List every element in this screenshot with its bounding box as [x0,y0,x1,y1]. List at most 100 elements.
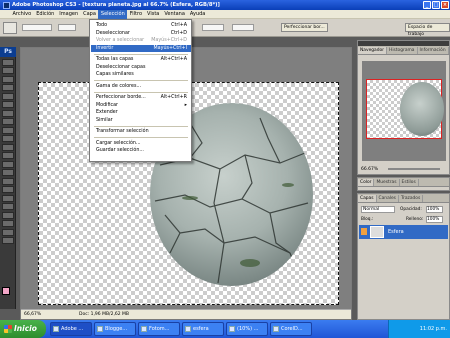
tab-histograma[interactable]: Histograma [387,47,418,54]
navigator-zoom[interactable]: 66.67% [361,167,378,172]
clock[interactable]: 11:02 p.m. [420,326,447,332]
menu-ventana[interactable]: Ventana [162,10,188,19]
menu-item-6[interactable]: Capas similares [91,71,191,78]
refine-edge-button[interactable]: Perfeccionar bor... [281,23,328,32]
menu-bar: Archivo Edición Imagen Capa Selección Filtro V… [0,9,450,19]
taskbar-button[interactable]: Fotom... [138,322,180,336]
menu-item-11[interactable]: Similar [91,117,191,124]
marquee-tool-preset-icon[interactable] [3,22,17,34]
taskbar-button[interactable]: Adobe ... [50,322,92,336]
feather-field[interactable] [58,24,76,31]
menu-item-label: Volver a seleccionar [96,38,145,43]
menu-item-shortcut: Ctrl+A [171,23,187,28]
menu-filtro[interactable]: Filtro [127,10,144,19]
foreground-color-swatch[interactable] [2,287,10,295]
menu-item-shortcut: Mayús+Ctrl+I [153,45,187,51]
taskbar-button[interactable]: Blogge... [94,322,136,336]
hand-tool-icon[interactable] [2,228,14,236]
layers-panel: Capas Canales Trazados Normal Opacidad: 10… [357,193,450,320]
taskbar-button[interactable]: CorelD... [270,322,312,336]
menu-item-4[interactable]: Todas las capas Alt+Ctrl+A [91,56,191,63]
path-select-tool-icon[interactable] [2,194,14,202]
app-icon [273,326,279,332]
shape-tool-icon[interactable] [2,203,14,210]
menu-item-1[interactable]: Deseleccionar Ctrl+D [91,30,191,37]
menu-item-7[interactable]: Gama de colores... [91,83,191,90]
photoshop-app-icon [3,1,10,9]
document-size-info: Doc: 1,96 MB/2,62 MB [79,312,129,317]
menu-item-10[interactable]: Extender [91,109,191,116]
window-title: Adobe Photoshop CS3 - [textura planeta.j… [12,2,220,8]
menu-vista[interactable]: Vista [145,10,162,19]
tab-muestras[interactable]: Muestras [374,179,400,186]
menu-item-shortcut: Alt+Ctrl+A [160,57,187,62]
menu-item-13[interactable]: Cargar selección... [91,140,191,147]
notes-tool-icon[interactable] [2,211,14,219]
pen-tool-icon[interactable] [2,177,14,185]
tab-trazados[interactable]: Trazados [399,195,424,202]
navigator-zoom-slider[interactable] [388,168,440,170]
style-select[interactable] [202,24,224,31]
gradient-tool-icon[interactable] [2,152,14,159]
tab-estilos[interactable]: Estilos [400,179,419,186]
tab-informacion[interactable]: Información [418,47,449,54]
healing-tool-icon[interactable] [2,109,14,117]
tab-capas[interactable]: Capas [358,195,377,202]
zoom-level[interactable]: 66,67% [24,310,41,319]
taskbar-button[interactable]: esfera [182,322,224,336]
close-button[interactable]: × [441,1,449,9]
move-tool-icon[interactable] [2,58,14,66]
taskbar-button-label: Adobe ... [61,326,84,332]
selection-mode-field[interactable] [22,24,52,31]
eyedropper-tool-icon[interactable] [2,220,14,227]
menu-item-label: Capas similares [96,72,134,77]
menu-item-12[interactable]: Transformar selección [91,128,191,135]
width-field[interactable] [232,24,254,31]
quick-select-tool-icon[interactable] [2,84,14,91]
start-button[interactable]: Inicio [0,320,46,338]
opacity-field[interactable]: 100% [426,206,443,213]
taskbar-button[interactable]: (10%) ... [226,322,268,336]
system-tray: 11:02 p.m. [388,320,450,338]
blend-mode-select[interactable]: Normal [361,206,395,213]
clone-stamp-tool-icon[interactable] [2,126,14,134]
slice-tool-icon[interactable] [2,101,14,108]
menu-seleccion[interactable]: Selección [98,9,128,19]
brush-tool-icon[interactable] [2,118,14,125]
menu-capa[interactable]: Capa [81,10,99,19]
menu-item-5[interactable]: Deseleccionar capas [91,64,191,71]
minimize-button[interactable]: _ [423,1,431,9]
menu-imagen[interactable]: Imagen [57,10,81,19]
menu-ayuda[interactable]: Ayuda [187,10,207,19]
menu-item-label: Guardar selección... [96,148,144,153]
taskbar-button-label: esfera [193,326,209,332]
dodge-tool-icon[interactable] [2,169,14,176]
menu-item-shortcut: Alt+Ctrl+R [160,95,187,100]
lasso-tool-icon[interactable] [2,75,14,83]
blur-tool-icon[interactable] [2,160,14,168]
tab-navegador[interactable]: Navegador [358,47,388,54]
menu-item-9[interactable]: Modificar ▸ [91,102,191,109]
eye-visibility-icon[interactable] [361,228,367,235]
menu-item-14[interactable]: Guardar selección... [91,147,191,154]
fill-field[interactable]: 100% [426,216,443,223]
crop-tool-icon[interactable] [2,92,14,100]
workspace-button[interactable]: Espacio de trabajo [405,23,450,37]
menu-item-0[interactable]: Todo Ctrl+A [91,22,191,29]
layer-row-esfera[interactable]: Esfera [359,225,448,239]
menu-item-3[interactable]: Invertir Mayús+Ctrl+I [91,44,191,52]
menu-item-label: Cargar selección... [96,140,141,146]
zoom-tool-icon[interactable] [2,237,14,244]
navigator-thumbnail[interactable] [362,61,446,161]
eraser-tool-icon[interactable] [2,143,14,151]
maximize-button[interactable]: □ [432,1,440,9]
menu-edicion[interactable]: Edición [34,10,57,19]
tab-canales[interactable]: Canales [377,195,399,202]
menu-archivo[interactable]: Archivo [10,10,34,19]
type-tool-icon[interactable] [2,186,14,193]
color-panel-tabs: Color Muestras Estilos [358,178,449,187]
tab-color[interactable]: Color [358,179,375,186]
menu-item-8[interactable]: Perfeccionar borde... Alt+Ctrl+R [91,94,191,101]
marquee-tool-icon[interactable] [2,67,14,74]
history-brush-tool-icon[interactable] [2,135,14,142]
